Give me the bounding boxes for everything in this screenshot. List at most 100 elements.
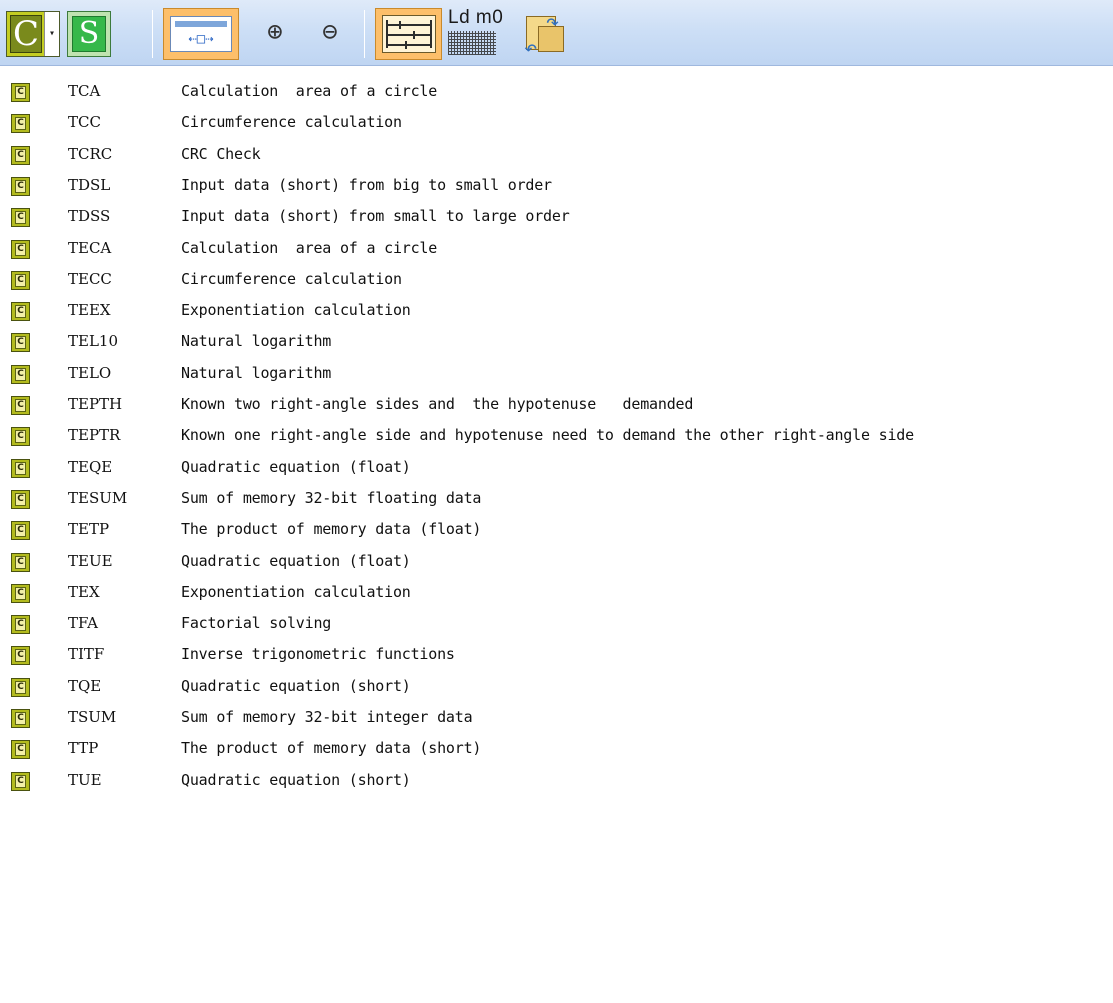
list-item[interactable]: C TFA Factorial solving bbox=[0, 609, 1113, 640]
c-block-icon: C bbox=[11, 615, 30, 634]
fit-width-button[interactable]: ⇠□⇢ bbox=[163, 8, 239, 60]
list-item[interactable]: C TSUM Sum of memory 32-bit integer data bbox=[0, 703, 1113, 734]
instruction-description: Quadratic equation (float) bbox=[181, 458, 411, 476]
s-block-button[interactable]: S bbox=[67, 11, 111, 57]
instruction-description: Circumference calculation bbox=[181, 113, 402, 131]
instruction-code: TEQE bbox=[68, 458, 113, 476]
instruction-code: TEPTR bbox=[68, 426, 121, 444]
c-block-icon: C bbox=[11, 208, 30, 227]
c-block-icon: C bbox=[11, 678, 30, 697]
instruction-code: TECC bbox=[68, 270, 112, 288]
instruction-description: Calculation area of a circle bbox=[181, 239, 438, 257]
instruction-description: Natural logarithm bbox=[181, 364, 332, 382]
ladder-diagram-icon bbox=[382, 15, 436, 53]
instruction-description: Exponentiation calculation bbox=[181, 301, 411, 319]
instruction-code: TITF bbox=[68, 645, 105, 663]
c-block-icon: C bbox=[11, 584, 30, 603]
c-block-icon: C bbox=[11, 83, 30, 102]
instruction-description: CRC Check bbox=[181, 145, 261, 163]
c-block-icon: C bbox=[11, 427, 30, 446]
list-item[interactable]: C TEPTR Known one right-angle side and hyp… bbox=[0, 421, 1113, 452]
c-block-icon: C bbox=[11, 521, 30, 540]
c-block-button[interactable]: C ▾ bbox=[6, 11, 60, 57]
instruction-list-icon[interactable] bbox=[448, 31, 496, 55]
instruction-description: Input data (short) from big to small ord… bbox=[181, 176, 552, 194]
instruction-code: TSUM bbox=[68, 708, 117, 726]
c-block-label: C bbox=[10, 15, 42, 53]
instruction-description: Quadratic equation (short) bbox=[181, 677, 411, 695]
list-item[interactable]: C TEX Exponentiation calculation bbox=[0, 578, 1113, 609]
zoom-out-icon[interactable]: ⊖ bbox=[312, 14, 348, 50]
c-block-icon: C bbox=[11, 490, 30, 509]
list-item[interactable]: C TDSL Input data (short) from big to smal… bbox=[0, 171, 1113, 202]
list-item[interactable]: C TEEX Exponentiation calculation bbox=[0, 296, 1113, 327]
c-block-icon: C bbox=[11, 646, 30, 665]
chevron-down-icon[interactable]: ▾ bbox=[44, 12, 59, 56]
instruction-description: Quadratic equation (float) bbox=[181, 552, 411, 570]
s-block-label: S bbox=[72, 16, 106, 52]
list-item[interactable]: C TEPTH Known two right-angle sides and th… bbox=[0, 390, 1113, 421]
instruction-code: TEL10 bbox=[68, 332, 119, 350]
c-block-icon: C bbox=[11, 333, 30, 352]
list-item[interactable]: C TCRC CRC Check bbox=[0, 140, 1113, 171]
c-block-icon: C bbox=[11, 177, 30, 196]
instruction-description: Known one right-angle side and hypotenus… bbox=[181, 426, 914, 444]
instruction-description: Inverse trigonometric functions bbox=[181, 645, 455, 663]
instruction-code: TETP bbox=[68, 520, 110, 538]
c-block-icon: C bbox=[11, 365, 30, 384]
instruction-code: TDSL bbox=[68, 176, 111, 194]
list-item[interactable]: C TELO Natural logarithm bbox=[0, 359, 1113, 390]
instruction-description: Calculation area of a circle bbox=[181, 82, 438, 100]
instruction-description: The product of memory data (float) bbox=[181, 520, 482, 538]
toolbar-separator bbox=[152, 10, 153, 58]
c-block-icon: C bbox=[11, 396, 30, 415]
instruction-code: TEX bbox=[68, 583, 100, 601]
list-item[interactable]: C TITF Inverse trigonometric functions bbox=[0, 640, 1113, 671]
fit-width-icon: ⇠□⇢ bbox=[170, 16, 232, 52]
list-item[interactable]: C TESUM Sum of memory 32-bit floating data bbox=[0, 484, 1113, 515]
ladder-view-button[interactable] bbox=[375, 8, 442, 60]
instruction-code: TEEX bbox=[68, 301, 111, 319]
instruction-description: Natural logarithm bbox=[181, 332, 332, 350]
toolbar: C ▾ S ⇠□⇢ ⊕ ⊖ Ld m0 ↷ ↶ bbox=[0, 0, 1113, 66]
instruction-code: TEPTH bbox=[68, 395, 123, 413]
c-block-icon: C bbox=[11, 740, 30, 759]
instruction-code: TFA bbox=[68, 614, 98, 632]
c-block-icon: C bbox=[11, 271, 30, 290]
instruction-code: TECA bbox=[68, 239, 112, 257]
toolbar-separator bbox=[364, 10, 365, 58]
instruction-description: Input data (short) from small to large o… bbox=[181, 207, 570, 225]
c-block-icon: C bbox=[11, 772, 30, 791]
list-item[interactable]: C TEQE Quadratic equation (float) bbox=[0, 453, 1113, 484]
zoom-in-icon[interactable]: ⊕ bbox=[257, 14, 293, 50]
c-block-icon: C bbox=[11, 146, 30, 165]
list-item[interactable]: C TEUE Quadratic equation (float) bbox=[0, 547, 1113, 578]
list-item[interactable]: C TETP The product of memory data (float) bbox=[0, 515, 1113, 546]
ladder-mode-label[interactable]: Ld m0 bbox=[448, 7, 503, 29]
instruction-description: Exponentiation calculation bbox=[181, 583, 411, 601]
instruction-code: TCC bbox=[68, 113, 101, 131]
convert-icon[interactable]: ↷ ↶ bbox=[518, 10, 572, 61]
instruction-description: The product of memory data (short) bbox=[181, 739, 482, 757]
list-item[interactable]: C TDSS Input data (short) from small to la… bbox=[0, 202, 1113, 233]
instruction-description: Circumference calculation bbox=[181, 270, 402, 288]
list-item[interactable]: C TCA Calculation area of a circle bbox=[0, 77, 1113, 108]
list-item[interactable]: C TECC Circumference calculation bbox=[0, 265, 1113, 296]
instruction-description: Factorial solving bbox=[181, 614, 332, 632]
list-item[interactable]: C TCC Circumference calculation bbox=[0, 108, 1113, 139]
instruction-description: Quadratic equation (short) bbox=[181, 771, 411, 789]
list-item[interactable]: C TEL10 Natural logarithm bbox=[0, 327, 1113, 358]
c-block-icon: C bbox=[11, 302, 30, 321]
instruction-code: TQE bbox=[68, 677, 102, 695]
c-block-icon: C bbox=[11, 553, 30, 572]
c-block-icon: C bbox=[11, 114, 30, 133]
instruction-code: TCRC bbox=[68, 145, 113, 163]
instruction-code: TTP bbox=[68, 739, 99, 757]
list-item[interactable]: C TUE Quadratic equation (short) bbox=[0, 766, 1113, 797]
instruction-code: TELO bbox=[68, 364, 112, 382]
list-item[interactable]: C TECA Calculation area of a circle bbox=[0, 234, 1113, 265]
c-block-icon: C bbox=[11, 459, 30, 478]
instruction-code: TDSS bbox=[68, 207, 111, 225]
list-item[interactable]: C TTP The product of memory data (short) bbox=[0, 734, 1113, 765]
list-item[interactable]: C TQE Quadratic equation (short) bbox=[0, 672, 1113, 703]
